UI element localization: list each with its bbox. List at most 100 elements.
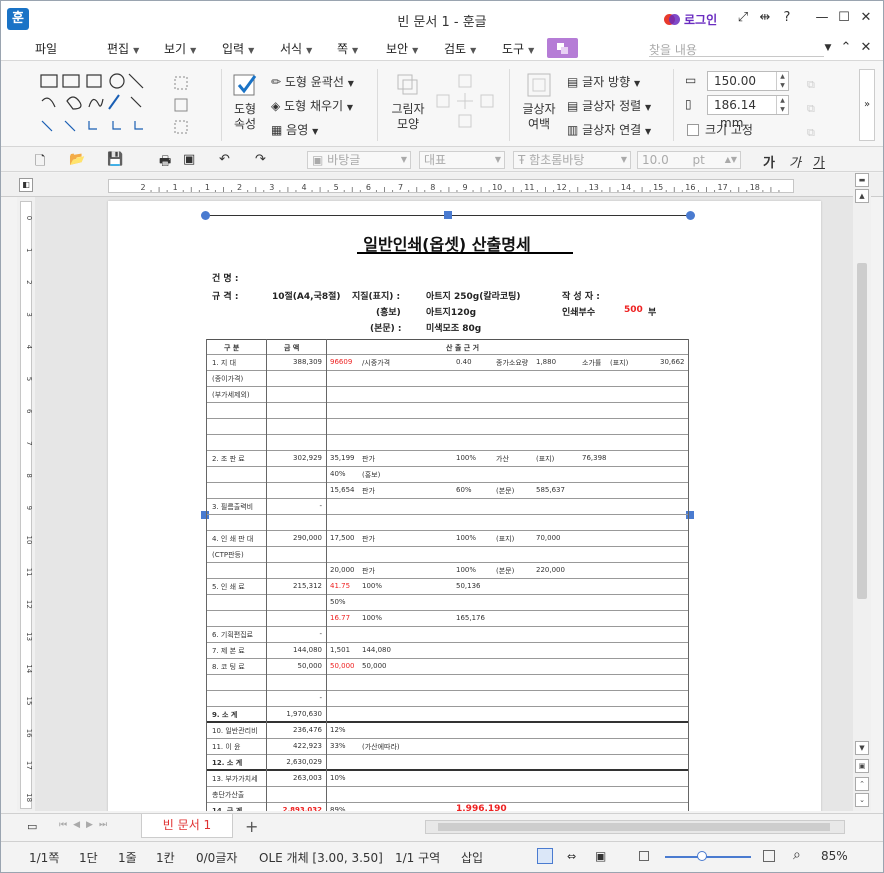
height-spinner[interactable]: ▲ ▼: [776, 96, 788, 114]
table-row[interactable]: -: [206, 691, 688, 707]
next-page-button[interactable]: ⌄: [855, 793, 869, 807]
preview-icon[interactable]: ▣: [183, 152, 195, 167]
tab-list-icon[interactable]: ▭: [27, 820, 37, 833]
menu-close-icon[interactable]: ✕: [857, 39, 875, 57]
undo-icon[interactable]: ↶: [219, 152, 230, 167]
textbox-margin-button[interactable]: 글상자 여백: [515, 71, 563, 132]
ruler-corner-icon[interactable]: ◧: [19, 178, 33, 192]
italic-button[interactable]: 가: [789, 152, 801, 171]
search-input[interactable]: 찾을 내용: [649, 41, 824, 57]
width-input[interactable]: 150.00 mm ▲▼: [707, 71, 789, 106]
table-row[interactable]: 11. 이 윤 422,923 33% (가산에따라): [206, 739, 688, 755]
height-input[interactable]: 186.14 mm ▲ ▼: [707, 95, 789, 130]
open-folder-icon[interactable]: 📂: [69, 152, 85, 167]
menu-insert[interactable]: 입력 ▼: [222, 40, 254, 57]
table-row[interactable]: (CTP판등): [206, 547, 688, 563]
menu-tools[interactable]: 도구 ▼: [502, 40, 534, 57]
status-mode[interactable]: 삽입: [461, 849, 483, 866]
table-row[interactable]: 12. 소 계 2,630,029: [206, 755, 688, 771]
menu-format[interactable]: 서식 ▼: [280, 40, 312, 57]
table-row[interactable]: 13. 부가가치세 263,003 10%: [206, 771, 688, 787]
table-row[interactable]: [206, 419, 688, 435]
menu-edit[interactable]: 편집 ▼: [107, 40, 139, 57]
tab-document-1[interactable]: 빈 문서 1: [141, 814, 233, 838]
language-select[interactable]: 대표 ▼: [419, 151, 505, 169]
table-row[interactable]: [206, 403, 688, 419]
redo-icon[interactable]: ↷: [255, 152, 266, 167]
table-row[interactable]: [206, 435, 688, 451]
zoom-level[interactable]: 85%: [821, 849, 848, 863]
table-row[interactable]: 10. 일반관리비 236,476 12%: [206, 723, 688, 739]
font-select[interactable]: Ŧ 함초롬바탕 ▼: [513, 151, 631, 169]
search-dropdown-icon[interactable]: ▼: [819, 39, 837, 57]
menu-view[interactable]: 보기 ▼: [164, 40, 196, 57]
scroll-down-button[interactable]: ▼: [855, 741, 869, 755]
table-row[interactable]: 7. 제 본 료 144,080 1,501 144,080: [206, 643, 688, 659]
table-row[interactable]: 2. 조 판 료 302,929 35,199 판가 100% 가산 (표지) 76,398: [206, 451, 688, 467]
horizontal-ruler[interactable]: ◧ 2 1 1 2 3 4 5 6 7 8 9 10 11 12 13 14 15 16 17 18: [1, 173, 883, 197]
table-row[interactable]: (종이가격): [206, 371, 688, 387]
menu-page[interactable]: 쪽 ▼: [337, 40, 358, 57]
print-icon[interactable]: 🖶: [159, 152, 171, 174]
ribbon-collapse-icon[interactable]: ⌃: [837, 39, 855, 57]
table-row[interactable]: 8. 코 팅 료 50,000 50,000 50,000: [206, 659, 688, 675]
table-row[interactable]: 5. 인 쇄 료 215,312 41.75 100% 50,136: [206, 579, 688, 595]
resize-handle-tl[interactable]: [201, 211, 210, 220]
magnifier-icon[interactable]: ⌕: [793, 847, 801, 863]
fixed-size-checkbox[interactable]: 크기 고정: [687, 121, 753, 138]
page[interactable]: 일반인쇄(옵셋) 산출명세 건 명 : 규 격 : 10절(A4,국8절) 지질…: [108, 201, 821, 811]
fullscreen-icon[interactable]: ⤢: [734, 9, 752, 27]
text-direction-button[interactable]: ▤ 글자 방향 ▼: [567, 73, 640, 90]
table-row[interactable]: 6. 기획편집료 -: [206, 627, 688, 643]
shadow-direction-grid[interactable]: [433, 73, 503, 133]
zoom-in-icon[interactable]: [763, 850, 775, 862]
table-row[interactable]: 20,000 판가 100% (본문) 220,000: [206, 563, 688, 579]
table-row[interactable]: [206, 675, 688, 691]
minimize-button[interactable]: —: [813, 9, 831, 27]
zoom-out-icon[interactable]: [639, 851, 649, 861]
menu-file[interactable]: 파일: [35, 40, 57, 57]
scroll-collapse-icon[interactable]: ▬: [855, 173, 869, 187]
shape-gallery-more[interactable]: [167, 71, 193, 137]
table-row[interactable]: 9. 소 계 1,970,630: [206, 707, 688, 723]
shape-tool-tab-icon[interactable]: [547, 38, 578, 58]
shade-button[interactable]: ▦ 음영 ▼: [271, 121, 318, 138]
shape-gallery[interactable]: [39, 71, 163, 137]
shape-properties-button[interactable]: 도형 속성: [227, 71, 263, 132]
table-row[interactable]: 40% (홍보): [206, 467, 688, 483]
font-size-input[interactable]: 10.0 pt ▲▼: [637, 151, 741, 169]
table-row[interactable]: 15,654 판가 60% (본문) 585,637: [206, 483, 688, 499]
scroll-up-button[interactable]: ▲: [855, 189, 869, 203]
document-area[interactable]: 일반인쇄(옵셋) 산출명세 건 명 : 규 격 : 10절(A4,국8절) 지질…: [35, 197, 853, 811]
table-row[interactable]: 1. 지 대 388,309 96609/시중가격 0.40 종가소요량 1,880 소가률…: [206, 355, 688, 371]
resize-handle-top[interactable]: [444, 211, 452, 219]
vertical-scrollbar[interactable]: ▬ ▲ ▼ ▣ ⌃ ⌄: [853, 173, 871, 811]
horizontal-scrollbar[interactable]: [425, 820, 845, 834]
table-row[interactable]: [206, 515, 688, 531]
close-button[interactable]: ✕: [857, 9, 875, 27]
scroll-thumb[interactable]: [857, 263, 867, 599]
menu-review[interactable]: 검토 ▼: [444, 40, 476, 57]
add-tab-icon[interactable]: +: [245, 817, 258, 836]
bold-button[interactable]: 가: [763, 152, 775, 171]
table-row[interactable]: 4. 인 쇄 판 대 290,000 17,500 판가 100% (표지) 70,000: [206, 531, 688, 547]
shadow-shape-button[interactable]: 그림자 모양: [384, 71, 432, 132]
table-row[interactable]: 3. 필름출력비 -: [206, 499, 688, 515]
shape-fill-button[interactable]: ◈ 도형 채우기 ▼: [271, 97, 353, 114]
tab-nav-arrows[interactable]: ⏮◀▶⏭: [59, 820, 113, 830]
vertical-ruler[interactable]: 0 1 2 3 4 5 6 7 8 9 10 11 12 13 14 15 16 17 18: [17, 197, 35, 811]
style-select[interactable]: ▣ 바탕글 ▼: [307, 151, 411, 169]
textbox-align-button[interactable]: ▤ 글상자 정렬 ▼: [567, 97, 651, 114]
table-row[interactable]: (부가세제외): [206, 387, 688, 403]
table-row[interactable]: 16.77 100% 165,176: [206, 611, 688, 627]
table-row[interactable]: 14. 금 계 2,893,032 89% 1,996,190: [206, 803, 688, 811]
resize-handle-tr[interactable]: [686, 211, 695, 220]
ribbon-expand-button[interactable]: »: [859, 69, 875, 141]
new-document-icon[interactable]: 🗋: [35, 152, 45, 174]
table-row[interactable]: 총단가산출: [206, 787, 688, 803]
textbox-link-button[interactable]: ▥ 글상자 연결 ▼: [567, 121, 651, 138]
menu-security[interactable]: 보안 ▼: [386, 40, 418, 57]
width-spinner[interactable]: ▲ ▼: [776, 72, 788, 90]
table-row[interactable]: 50%: [206, 595, 688, 611]
split-view-icon[interactable]: ⇹: [756, 9, 774, 27]
